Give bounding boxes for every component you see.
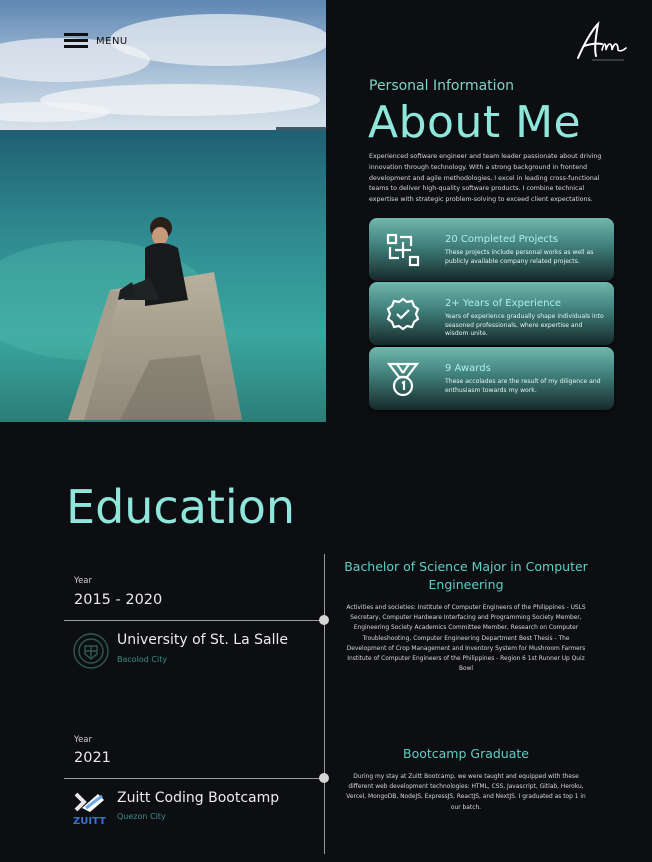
about-subtitle: Personal Information — [369, 78, 515, 94]
card-text: These accolades are the result of my dil… — [445, 378, 601, 394]
year-value: 2021 — [74, 750, 111, 766]
card-title: 9 Awards — [445, 363, 491, 374]
year-value: 2015 - 2020 — [74, 592, 163, 608]
card-title: 2+ Years of Experience — [445, 298, 562, 309]
card-text: These projects include personal works as… — [445, 249, 594, 265]
about-title: About Me — [368, 97, 582, 148]
year-label: Year — [74, 735, 92, 745]
stat-card-projects: 20 Completed Projects These projects inc… — [369, 218, 614, 281]
usls-seal-icon — [72, 632, 110, 670]
timeline-line — [324, 554, 325, 854]
timeline-dot — [319, 615, 329, 625]
school-name: University of St. La Salle — [117, 632, 288, 648]
school-location: Quezon City — [117, 812, 166, 821]
degree-title: Bachelor of Science Major in Computer En… — [344, 559, 588, 592]
projects-icon — [385, 232, 421, 268]
education-title: Education — [66, 480, 296, 534]
card-text: Years of experience gradually shape indi… — [445, 313, 604, 337]
signature-logo[interactable] — [572, 20, 628, 66]
card-title: 20 Completed Projects — [445, 234, 559, 245]
badge-check-icon — [385, 296, 421, 332]
menu-button[interactable]: MENU — [64, 32, 128, 50]
menu-label: MENU — [96, 35, 128, 47]
timeline-dot — [319, 773, 329, 783]
degree-details: During my stay at Zuitt Bootcamp, we wer… — [346, 774, 586, 811]
zuitt-logo-icon: ZUITT — [72, 786, 110, 827]
medal-icon — [385, 361, 421, 397]
degree-title: Bootcamp Graduate — [403, 746, 529, 761]
about-description: Experienced software engineer and team l… — [369, 153, 602, 204]
hero-photo — [0, 0, 326, 422]
school-location: Bacolod City — [117, 655, 168, 664]
school-name: Zuitt Coding Bootcamp — [117, 790, 280, 806]
timeline-branch — [64, 620, 324, 621]
degree-details: Activities and societies: Institute of C… — [346, 605, 586, 673]
timeline-branch — [64, 778, 324, 779]
hamburger-icon — [64, 32, 88, 50]
stat-card-experience: 2+ Years of Experience Years of experien… — [369, 282, 614, 345]
zuitt-logo-text: ZUITT — [73, 816, 106, 826]
year-label: Year — [74, 576, 92, 586]
stat-card-awards: 9 Awards These accolades are the result … — [369, 347, 614, 410]
